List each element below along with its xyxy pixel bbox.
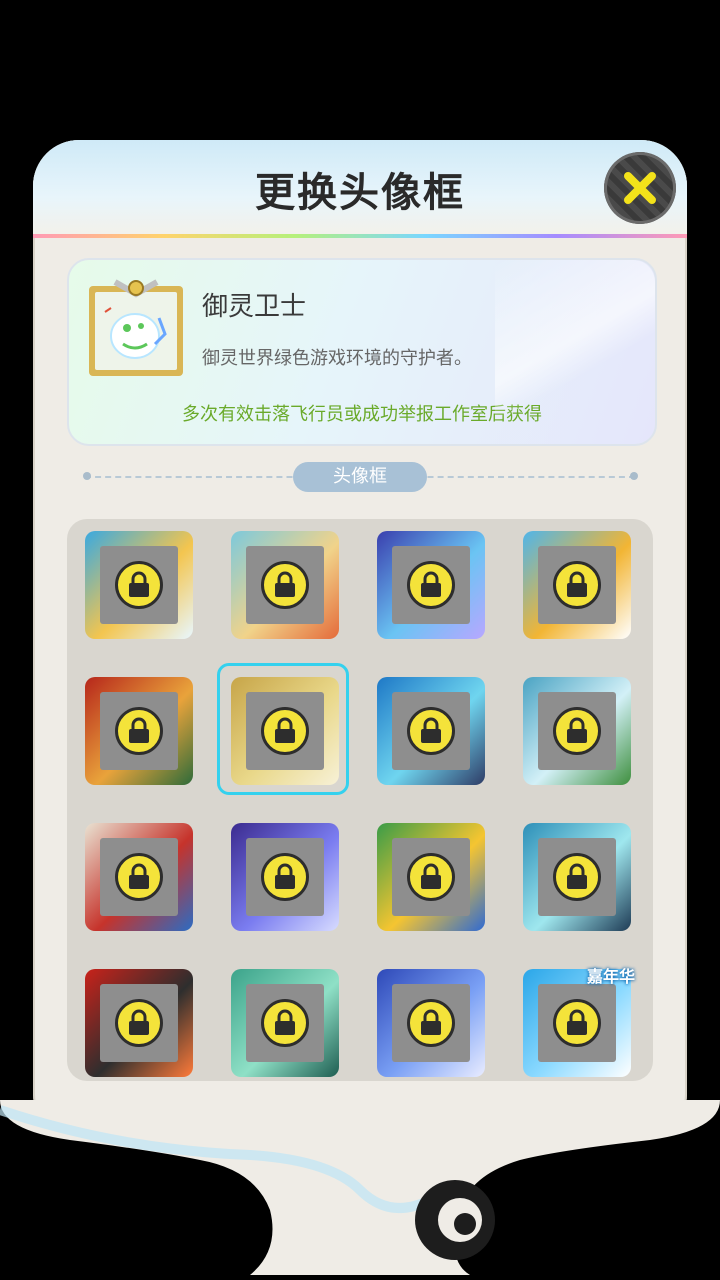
divider-dot-icon (630, 472, 638, 480)
lock-icon (115, 561, 163, 609)
lock-icon (115, 999, 163, 1047)
frame-summer-bear[interactable] (523, 531, 631, 639)
lock-icon (553, 707, 601, 755)
frame-ice-pop[interactable] (523, 823, 631, 931)
lock-icon (407, 853, 455, 901)
change-avatar-frame-dialog: 更换头像框 御灵卫士 御灵世界绿色游戏环境的守护者。 多次有效击落飞行员或成功举… (33, 140, 687, 1140)
scroll-tail-decoration (0, 1100, 720, 1275)
header-rainbow-divider (33, 234, 687, 238)
lock-icon (553, 999, 601, 1047)
close-button[interactable] (604, 152, 676, 224)
frame-grid: 嘉年华 (67, 519, 653, 1081)
frame-fire-horn[interactable] (85, 969, 193, 1077)
frame-description: 御灵世界绿色游戏环境的守护者。 (202, 348, 472, 369)
selected-frame-info-card: 御灵卫士 御灵世界绿色游戏环境的守护者。 多次有效击落飞行员或成功举报工作室后获… (67, 258, 657, 446)
frame-crab-beach[interactable] (231, 531, 339, 639)
guardian-frame-preview-icon (89, 279, 183, 376)
lock-icon (553, 853, 601, 901)
divider-dot-icon (83, 472, 91, 480)
frame-star-night[interactable] (231, 823, 339, 931)
lock-icon (115, 853, 163, 901)
frame-moon-sea[interactable] (377, 969, 485, 1077)
frame-sport[interactable] (85, 823, 193, 931)
frame-wechat[interactable] (377, 823, 485, 931)
dialog-title: 更换头像框 (255, 170, 465, 216)
frame-unlock-source: 多次有效击落飞行员或成功举报工作室后获得 (182, 404, 542, 425)
frame-water-spirit[interactable] (377, 677, 485, 785)
close-x-icon (624, 172, 656, 204)
section-label: 头像框 (293, 462, 427, 492)
frame-guardian[interactable] (217, 663, 349, 795)
lock-icon (407, 707, 455, 755)
frame-name: 御灵卫士 (202, 292, 307, 322)
carnival-badge: 嘉年华 (586, 967, 635, 986)
frame-blue-dragon[interactable] (377, 531, 485, 639)
frame-red-leaf[interactable] (85, 677, 193, 785)
lock-icon (261, 707, 309, 755)
lock-icon (261, 561, 309, 609)
lock-icon (553, 561, 601, 609)
frame-forest-pet[interactable] (523, 677, 631, 785)
lock-icon (407, 999, 455, 1047)
lock-icon (115, 707, 163, 755)
frame-ocean-wave[interactable] (85, 531, 193, 639)
frame-jade[interactable] (231, 969, 339, 1077)
lock-icon (261, 999, 309, 1047)
lock-icon (261, 853, 309, 901)
lock-icon (407, 561, 455, 609)
frame-carnival[interactable]: 嘉年华 (523, 967, 635, 1077)
